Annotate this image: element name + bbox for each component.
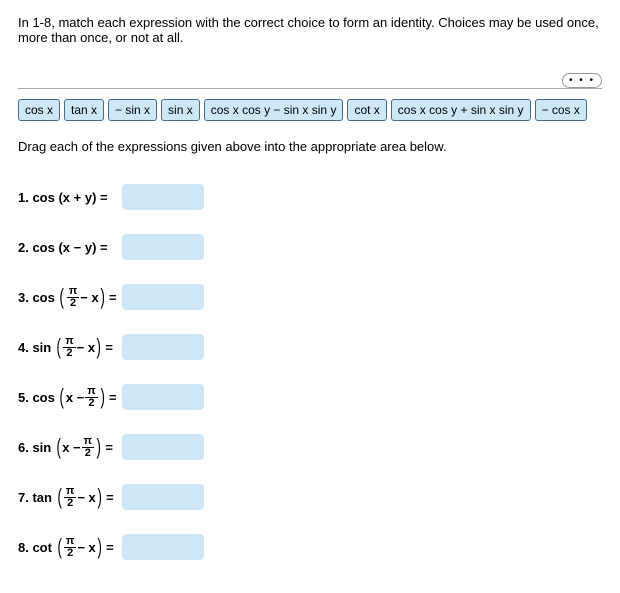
chip-tanx[interactable]: tan x bbox=[64, 99, 104, 121]
dropzone-6[interactable] bbox=[122, 434, 204, 460]
drag-instruction-text: Drag each of the expressions given above… bbox=[18, 139, 602, 154]
separator bbox=[18, 88, 602, 89]
dropzone-8[interactable] bbox=[122, 534, 204, 560]
question-2-label: 2. cos (x − y) = bbox=[18, 240, 122, 255]
instruction-text: In 1-8, match each expression with the c… bbox=[18, 15, 602, 45]
dropzone-5[interactable] bbox=[122, 384, 204, 410]
question-2: 2. cos (x − y) = bbox=[18, 228, 602, 266]
question-1-label: 1. cos (x + y) = bbox=[18, 190, 122, 205]
question-8-label: 8. cot ( π2 − x ) = bbox=[18, 534, 122, 560]
question-6: 6. sin ( x − π2 ) = bbox=[18, 428, 602, 466]
question-4-label: 4. sin ( π2 − x ) = bbox=[18, 334, 122, 360]
draggable-choices-row: cos x tan x − sin x sin x cos x cos y − … bbox=[18, 99, 602, 121]
chip-cosxcosy-sinxsiny[interactable]: cos x cos y − sin x sin y bbox=[204, 99, 344, 121]
chip-neg-cosx[interactable]: − cos x bbox=[535, 99, 587, 121]
dropzone-4[interactable] bbox=[122, 334, 204, 360]
chip-neg-sinx[interactable]: − sin x bbox=[108, 99, 157, 121]
chip-cosx[interactable]: cos x bbox=[18, 99, 60, 121]
more-options-button[interactable]: • • • bbox=[562, 73, 602, 88]
chip-cosxcosy-plus-sinxsiny[interactable]: cos x cos y + sin x sin y bbox=[391, 99, 531, 121]
chip-sinx[interactable]: sin x bbox=[161, 99, 200, 121]
question-7-label: 7. tan ( π2 − x ) = bbox=[18, 484, 122, 510]
chip-cotx[interactable]: cot x bbox=[347, 99, 386, 121]
question-3: 3. cos ( π2 − x ) = bbox=[18, 278, 602, 316]
question-1: 1. cos (x + y) = bbox=[18, 178, 602, 216]
question-4: 4. sin ( π2 − x ) = bbox=[18, 328, 602, 366]
question-6-label: 6. sin ( x − π2 ) = bbox=[18, 434, 122, 460]
question-8: 8. cot ( π2 − x ) = bbox=[18, 528, 602, 566]
dropzone-3[interactable] bbox=[122, 284, 204, 310]
dropzone-1[interactable] bbox=[122, 184, 204, 210]
dropzone-2[interactable] bbox=[122, 234, 204, 260]
dropzone-7[interactable] bbox=[122, 484, 204, 510]
question-5: 5. cos ( x − π2 ) = bbox=[18, 378, 602, 416]
question-5-label: 5. cos ( x − π2 ) = bbox=[18, 384, 122, 410]
question-3-label: 3. cos ( π2 − x ) = bbox=[18, 284, 122, 310]
question-7: 7. tan ( π2 − x ) = bbox=[18, 478, 602, 516]
